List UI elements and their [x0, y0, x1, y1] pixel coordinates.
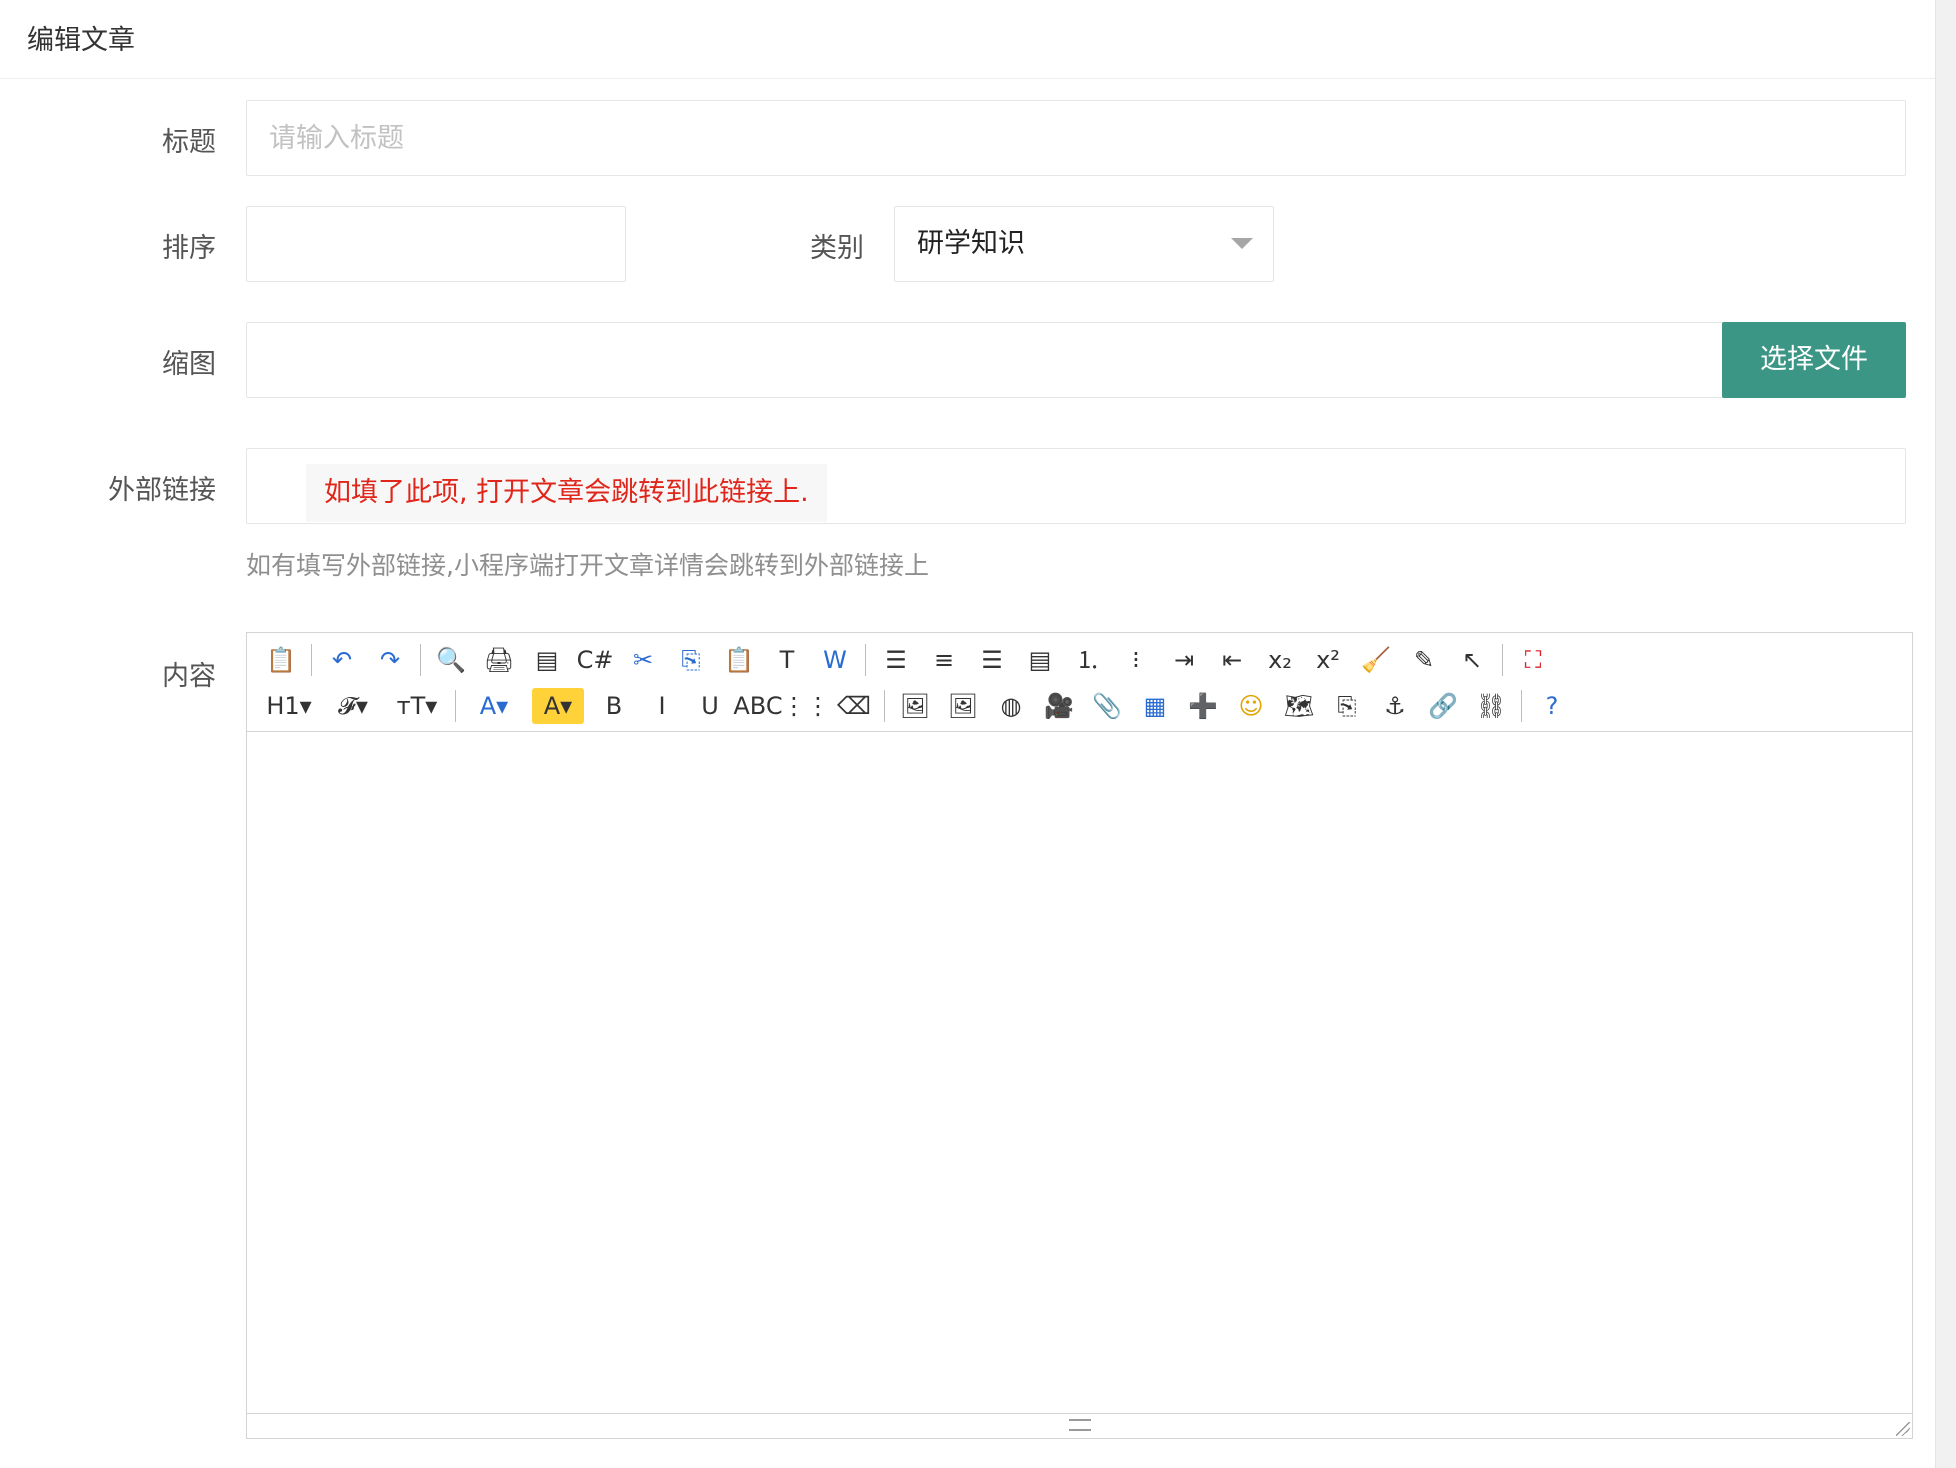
highlight-color-icon[interactable]: A▾ [532, 688, 584, 724]
toolbar-row-1: 📋 ↶ ↷ 🔍 🖨 ▤ C# ✂ ⎘ 📋 T W ☰ ≡ ☰ ▤ ⒈ ⁝ ⇥ ⇤ x₂ x² 🧹 ✎ ↖ ⛶ [263, 639, 1902, 681]
toolbar-separator [455, 690, 456, 722]
attachment-icon[interactable]: 📎 [1089, 688, 1125, 724]
strikethrough-icon[interactable]: ABC [733, 688, 782, 724]
page-header: 编辑文章 [0, 0, 1936, 79]
select-all-icon[interactable]: ↖ [1454, 642, 1490, 678]
image-icon[interactable]: 🖼 [897, 688, 933, 724]
editor-toolbar: 📋 ↶ ↷ 🔍 🖨 ▤ C# ✂ ⎘ 📋 T W ☰ ≡ ☰ ▤ ⒈ ⁝ ⇥ ⇤ x₂ x² 🧹 ✎ ↖ ⛶ H1▾ 𝓕▾ ᴛT▾ A▾… [247, 633, 1912, 732]
heading-icon[interactable]: H1▾ [263, 688, 315, 724]
external-link-help: 如有填写外部链接,小程序端打开文章详情会跳转到外部链接上 [246, 551, 929, 580]
subscript-icon[interactable]: x₂ [1262, 642, 1298, 678]
link-icon[interactable]: 🔗 [1425, 688, 1461, 724]
align-left-icon[interactable]: ☰ [878, 642, 914, 678]
underline-icon[interactable]: U [692, 688, 728, 724]
flash-icon[interactable]: ◍ [993, 688, 1029, 724]
resize-corner-icon[interactable] [1896, 1422, 1910, 1436]
resize-grip-icon[interactable] [1068, 1419, 1091, 1431]
align-right-icon[interactable]: ☰ [974, 642, 1010, 678]
print-icon[interactable]: 🖨 [481, 642, 517, 678]
superscript-icon[interactable]: x² [1310, 642, 1346, 678]
redo-icon[interactable]: ↷ [372, 642, 408, 678]
unlink-icon[interactable]: ⛓ [1473, 688, 1509, 724]
preview-icon[interactable]: 🔍 [433, 642, 469, 678]
italic-icon[interactable]: I [644, 688, 680, 724]
font-color-icon[interactable]: A▾ [468, 688, 520, 724]
emoticon-icon[interactable]: ☺ [1233, 688, 1269, 724]
toolbar-separator [1521, 690, 1522, 722]
align-justify-icon[interactable]: ▤ [1022, 642, 1058, 678]
template-icon[interactable]: ▤ [529, 642, 565, 678]
category-selected-value: 研学知识 [917, 228, 1025, 259]
multi-image-icon[interactable]: 🖼 [945, 688, 981, 724]
toolbar-row-2: H1▾ 𝓕▾ ᴛT▾ A▾ A▾ B I U ABC ⋮⋮ ⌫ 🖼 🖼 ◍ 🎥 📎 ▦ ➕ ☺ 🗺 ⎘ ⚓ 🔗 ⛓? [263, 685, 1902, 727]
table-icon[interactable]: ▦ [1137, 688, 1173, 724]
copy-icon[interactable]: ⎘ [673, 642, 709, 678]
outdent-icon[interactable]: ⇤ [1214, 642, 1250, 678]
editor-content-area[interactable] [247, 732, 1912, 1414]
anchor-icon[interactable]: ⚓ [1377, 688, 1413, 724]
external-link-label: 外部链接 [108, 475, 216, 506]
thumb-label: 缩图 [162, 349, 216, 380]
thumb-input[interactable] [246, 322, 1726, 398]
font-size-icon[interactable]: ᴛT▾ [391, 688, 443, 724]
toolbar-separator [311, 644, 312, 676]
chevron-down-icon [1231, 238, 1253, 249]
category-label: 类别 [810, 233, 864, 264]
line-height-icon[interactable]: ⋮⋮ [782, 688, 830, 724]
ordered-list-icon[interactable]: ⒈ [1070, 642, 1106, 678]
page-title: 编辑文章 [27, 25, 135, 56]
source-icon[interactable]: 📋 [263, 642, 299, 678]
paste-icon[interactable]: 📋 [721, 642, 757, 678]
code-icon[interactable]: C# [577, 642, 614, 678]
title-input[interactable] [246, 100, 1906, 176]
toolbar-separator [420, 644, 421, 676]
fullscreen-icon[interactable]: ⛶ [1515, 642, 1551, 678]
toolbar-separator [865, 644, 866, 676]
help-icon[interactable]: ? [1534, 688, 1570, 724]
choose-file-button[interactable]: 选择文件 [1722, 322, 1906, 398]
bold-icon[interactable]: B [596, 688, 632, 724]
paste-word-icon[interactable]: W [817, 642, 853, 678]
page-scrollbar[interactable] [1935, 0, 1956, 1468]
quick-format-icon[interactable]: ✎ [1406, 642, 1442, 678]
clear-format-icon[interactable]: 🧹 [1358, 642, 1394, 678]
editor-statusbar [247, 1413, 1912, 1438]
media-icon[interactable]: 🎥 [1041, 688, 1077, 724]
external-link-note: 如填了此项, 打开文章会跳转到此链接上. [306, 464, 827, 522]
toolbar-separator [1502, 644, 1503, 676]
font-family-icon[interactable]: 𝓕▾ [327, 688, 379, 724]
paste-text-icon[interactable]: T [769, 642, 805, 678]
category-select[interactable]: 研学知识 [894, 206, 1274, 282]
eraser-icon[interactable]: ⌫ [836, 688, 872, 724]
sort-label: 排序 [162, 233, 216, 264]
page-break-icon[interactable]: ⎘ [1329, 688, 1365, 724]
rich-text-editor[interactable]: 📋 ↶ ↷ 🔍 🖨 ▤ C# ✂ ⎘ 📋 T W ☰ ≡ ☰ ▤ ⒈ ⁝ ⇥ ⇤ x₂ x² 🧹 ✎ ↖ ⛶ H1▾ 𝓕▾ ᴛT▾ A▾… [246, 632, 1913, 1439]
cut-icon[interactable]: ✂ [625, 642, 661, 678]
indent-icon[interactable]: ⇥ [1166, 642, 1202, 678]
map-icon[interactable]: 🗺 [1281, 688, 1317, 724]
undo-icon[interactable]: ↶ [324, 642, 360, 678]
align-center-icon[interactable]: ≡ [926, 642, 962, 678]
sort-input[interactable] [246, 206, 626, 282]
unordered-list-icon[interactable]: ⁝ [1118, 642, 1154, 678]
toolbar-separator [884, 690, 885, 722]
title-label: 标题 [162, 127, 216, 158]
hr-icon[interactable]: ➕ [1185, 688, 1221, 724]
content-label: 内容 [162, 661, 216, 692]
